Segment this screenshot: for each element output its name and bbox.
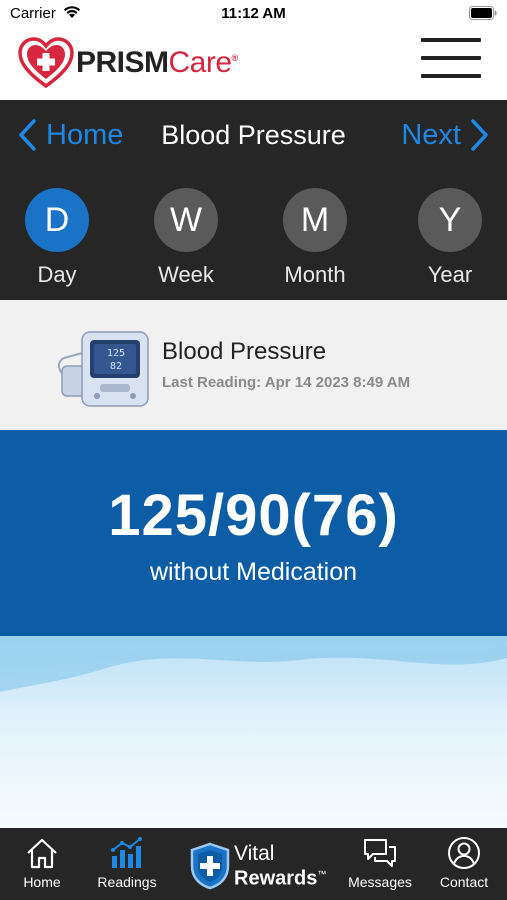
wave-background [0,636,507,828]
period-day-label: Day [37,262,77,287]
messages-icon [364,839,396,867]
period-selector: D Day W Week M Month Y Year [0,188,507,288]
period-year-button[interactable]: Y Year [405,188,495,288]
tab-home[interactable]: Home [18,836,66,890]
period-month-label: Month [284,262,346,287]
clock: 11:12 AM [221,5,286,22]
tab-home-label: Home [23,874,61,890]
period-day-circle: D [25,188,89,252]
blood-pressure-value: 125/90(76) [108,483,399,548]
period-year-circle: Y [418,188,482,252]
reading-info: 125 82 Blood Pressure Last Reading: Apr … [0,300,507,430]
bottom-tab-bar: Home Readings Vital Rewards™ Messages Co… [0,828,507,900]
svg-text:82: 82 [110,361,122,372]
logo-prism-text: PRISM [76,46,169,79]
rewards-label: Rewards [234,867,318,890]
battery-icon [469,6,497,20]
tab-contact[interactable]: Contact [432,836,496,890]
app-header: PRISMCare® [0,28,507,100]
wave-decoration [0,636,507,692]
medication-status: without Medication [149,558,358,586]
back-label: Home [46,118,124,151]
reading-title: Blood Pressure [162,338,327,365]
tab-readings-label: Readings [97,874,157,890]
nav-row: Home Blood Pressure Next [0,118,507,162]
blood-pressure-nav-panel: Home Blood Pressure Next D Day W Week M … [0,100,507,310]
period-month-circle: M [283,188,347,252]
contact-icon [448,837,480,869]
logo-care-text: Care [168,46,233,79]
chevron-right-icon [471,119,488,151]
trademark-mark: ™ [317,868,327,879]
tab-messages-label: Messages [348,874,412,890]
vital-label: Vital [234,841,275,865]
tab-readings[interactable]: Readings [92,836,162,890]
period-week-circle: W [154,188,218,252]
home-icon [27,838,57,869]
period-week-label: Week [158,262,214,287]
back-home-button[interactable]: Home [16,118,123,152]
tab-messages[interactable]: Messages [342,836,418,890]
tab-contact-label: Contact [439,874,489,890]
logo-registered-mark: ® [231,53,239,63]
next-label: Next [401,118,461,151]
blood-pressure-monitor-icon: 125 82 [58,331,149,407]
vital-rewards-shield-icon [190,842,230,890]
hamburger-menu-icon[interactable] [421,38,481,78]
status-bar: Carrier 11:12 AM [0,0,507,28]
period-month-button[interactable]: M Month [270,188,360,288]
reading-value-panel: 125/90(76) without Medication [0,430,507,636]
prismcare-logo: PRISMCare® [18,36,238,90]
period-week-button[interactable]: W Week [141,188,231,288]
heart-cross-logo-icon [18,37,74,89]
next-button[interactable]: Next [401,118,491,152]
vital-rewards-button[interactable]: Vital Rewards™ [188,842,326,890]
last-reading-timestamp: Last Reading: Apr 14 2023 8:49 AM [162,374,411,391]
chevron-left-icon [19,119,36,151]
svg-text:125: 125 [107,348,125,359]
period-day-button[interactable]: D Day [12,188,102,288]
readings-chart-icon [111,837,142,868]
period-year-label: Year [427,262,473,287]
